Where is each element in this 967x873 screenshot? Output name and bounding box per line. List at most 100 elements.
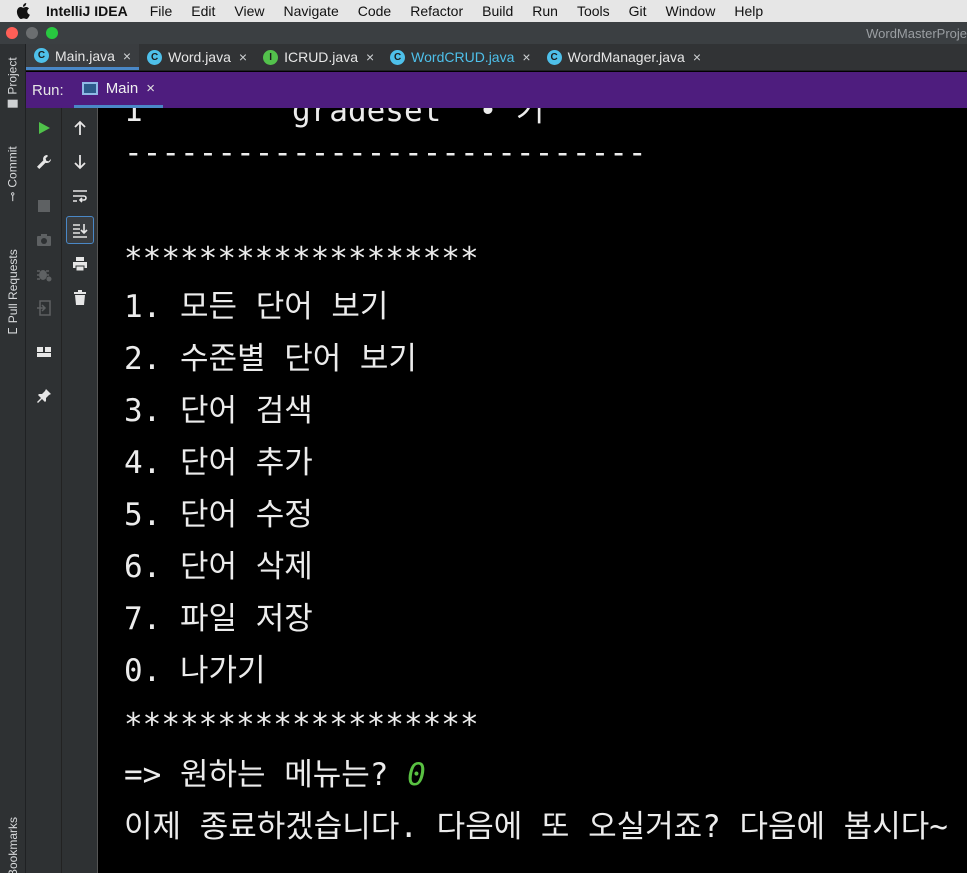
class-icon: C (390, 49, 406, 65)
layout-icon (37, 347, 51, 357)
close-icon[interactable]: × (522, 49, 530, 65)
folder-icon (8, 99, 19, 108)
menu-git[interactable]: Git (629, 3, 647, 19)
bug-icon (37, 270, 52, 282)
pin-tab-button[interactable] (30, 382, 58, 410)
menu-option-5: 5. 단어 수정 (124, 497, 313, 533)
close-icon[interactable]: × (123, 48, 131, 64)
console-line-prompt: => 원하는 메뉴는? 0 (124, 758, 426, 792)
menu-help[interactable]: Help (734, 3, 763, 19)
wrench-icon (37, 155, 51, 169)
menu-window[interactable]: Window (666, 3, 716, 19)
clear-all-button[interactable] (66, 284, 94, 312)
close-icon[interactable]: × (239, 49, 247, 65)
menu-navigate[interactable]: Navigate (283, 3, 338, 19)
run-toolbar-secondary (62, 108, 98, 873)
project-label: Project (6, 57, 21, 95)
close-icon[interactable]: × (366, 49, 374, 65)
scroll-to-end-button[interactable] (66, 216, 94, 244)
class-icon: C (34, 48, 49, 63)
commit-label: Commit (6, 146, 20, 188)
printer-icon (73, 257, 87, 272)
console-line-goodbye: 이제 종료하겠습니다. 다음에 또 오실거죠? 다음에 봅시다~ (124, 809, 948, 845)
scroll-to-end-icon (73, 224, 88, 238)
tab-label: Main.java (55, 47, 115, 64)
print-button[interactable] (66, 250, 94, 278)
console-line-dashes: ---------------------------- (124, 135, 647, 171)
menu-option-6: 6. 단어 삭제 (124, 549, 313, 585)
stop-button[interactable] (30, 192, 58, 220)
pull-requests-tool-button[interactable]: ⵎ Pull Requests (2, 232, 24, 352)
menu-option-7: 7. 파일 저장 (124, 601, 313, 637)
down-stack-trace-button[interactable] (66, 148, 94, 176)
apple-icon[interactable] (14, 0, 32, 22)
menu-refactor[interactable]: Refactor (410, 3, 463, 19)
commit-icon: ⊸ (6, 191, 20, 202)
tab-label: WordManager.java (567, 49, 685, 65)
close-icon[interactable]: × (693, 49, 701, 65)
run-tab-label: Main (105, 80, 139, 97)
tab-label: Word.java (168, 49, 231, 65)
console-line-stars-top: ******************* (124, 241, 479, 277)
mac-menu-bar: IntelliJ IDEA File Edit View Navigate Co… (0, 0, 967, 22)
menu-tools[interactable]: Tools (577, 3, 610, 19)
rerun-button[interactable] (30, 114, 58, 142)
project-tool-button[interactable]: Project (2, 48, 24, 118)
menu-option-1: 1. 모든 단어 보기 (124, 289, 389, 325)
tab-wordmanager-java[interactable]: C WordManager.java × (539, 44, 709, 70)
bookmarks-tool-button[interactable]: Bookmarks (2, 808, 24, 873)
run-tool-window-header: Run: Main × (26, 72, 967, 108)
debug-button[interactable] (30, 260, 58, 288)
editor-tabs: C Main.java × C Word.java × I ICRUD.java… (26, 44, 967, 71)
tab-label: WordCRUD.java (411, 49, 515, 65)
menu-edit[interactable]: Edit (191, 3, 215, 19)
menu-option-3: 3. 단어 검색 (124, 393, 313, 429)
console-output[interactable]: 1 gradeset • 기 ------------------------… (98, 108, 967, 873)
menu-build[interactable]: Build (482, 3, 513, 19)
prompt-text: => 원하는 메뉴는? (124, 757, 408, 793)
left-tool-stripe: Project ⊸ Commit ⵎ Pull Requests Bookmarks (0, 44, 26, 873)
exit-button[interactable] (30, 294, 58, 322)
menu-code[interactable]: Code (358, 3, 391, 19)
menu-option-0: 0. 나가기 (124, 653, 266, 689)
run-tab-main[interactable]: Main × (73, 72, 163, 108)
soft-wrap-icon (73, 190, 87, 203)
pin-icon (37, 389, 51, 403)
console-line-partial: 1 gradeset • 기 (124, 108, 545, 129)
up-stack-trace-button[interactable] (66, 114, 94, 142)
interface-icon: I (263, 49, 279, 65)
menu-run[interactable]: Run (532, 3, 558, 19)
layout-button[interactable] (30, 338, 58, 366)
commit-tool-button[interactable]: ⊸ Commit (2, 134, 24, 214)
minimize-window-button[interactable] (26, 27, 38, 39)
close-icon[interactable]: × (146, 80, 155, 97)
close-window-button[interactable] (6, 27, 18, 39)
play-icon (39, 122, 50, 134)
tab-word-java[interactable]: C Word.java × (139, 44, 255, 70)
menu-file[interactable]: File (150, 3, 173, 19)
console-line-stars-bottom: ******************* (124, 707, 479, 743)
zoom-window-button[interactable] (46, 27, 58, 39)
soft-wrap-button[interactable] (66, 182, 94, 210)
app-name-menu[interactable]: IntelliJ IDEA (46, 3, 128, 19)
menu-view[interactable]: View (234, 3, 264, 19)
modify-run-configuration-button[interactable] (30, 148, 58, 176)
pull-request-icon: ⵎ (6, 327, 20, 335)
arrow-up-icon (74, 120, 86, 135)
console-icon (81, 82, 98, 95)
arrow-down-icon (74, 155, 86, 170)
thread-dump-button[interactable] (30, 226, 58, 254)
bookmarks-label: Bookmarks (6, 816, 20, 873)
tab-main-java[interactable]: C Main.java × (26, 44, 140, 70)
run-label: Run: (32, 81, 64, 99)
menu-option-4: 4. 단어 추가 (124, 445, 313, 481)
run-toolbar-primary (26, 108, 62, 873)
class-icon: C (147, 49, 163, 65)
tab-wordcrud-java[interactable]: C WordCRUD.java × (382, 44, 538, 70)
tab-label: ICRUD.java (284, 49, 358, 65)
user-input-value: 0 (407, 757, 426, 793)
pull-requests-label: Pull Requests (6, 249, 20, 324)
stop-icon (38, 200, 50, 212)
window-title-bar: WordMasterProje (0, 22, 967, 44)
tab-icrud-java[interactable]: I ICRUD.java × (255, 44, 382, 70)
